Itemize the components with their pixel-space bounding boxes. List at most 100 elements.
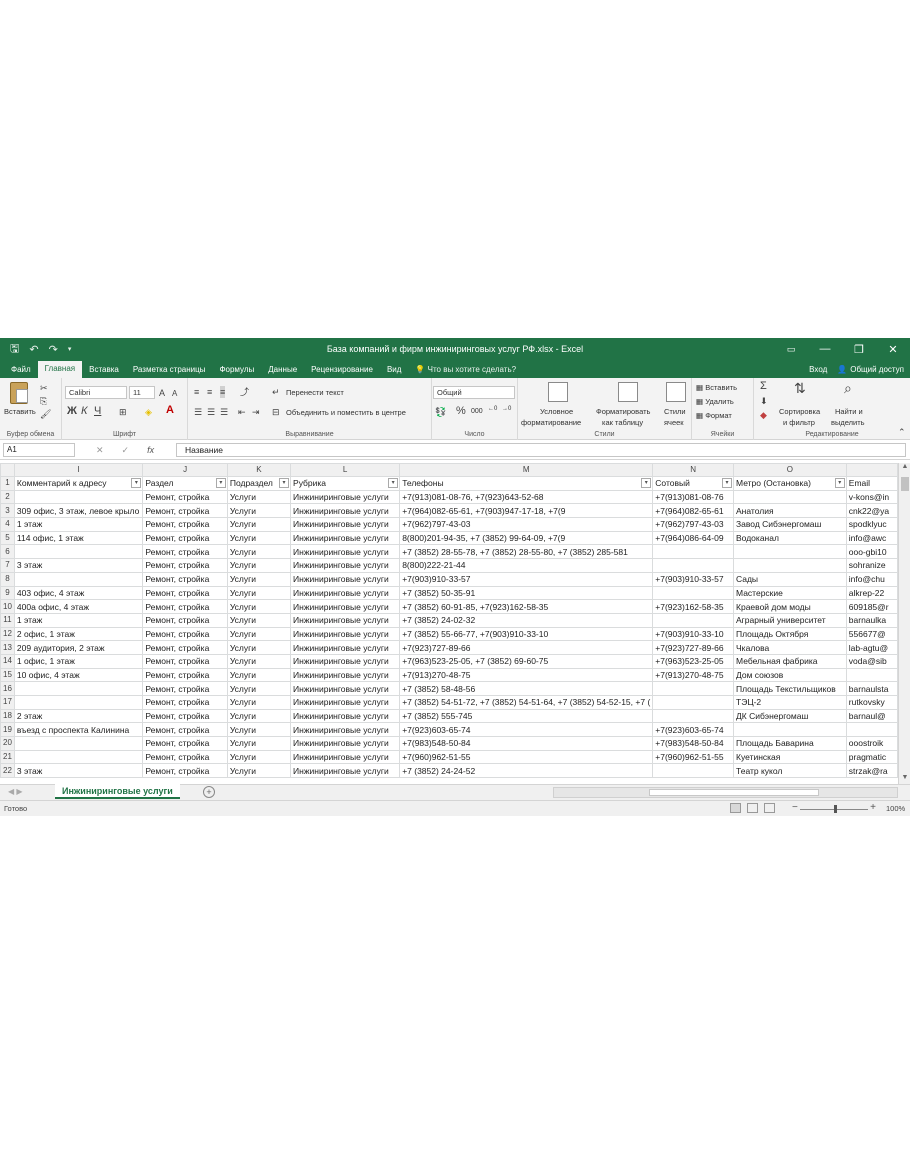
italic-button[interactable]: К [81, 405, 87, 417]
row-header[interactable]: 15 [0, 667, 15, 683]
cell[interactable]: 2 офис, 1 этаж [13, 626, 144, 642]
cell[interactable]: Инжиниринговые услуги [290, 612, 401, 628]
cell[interactable] [652, 612, 735, 628]
align-middle-icon[interactable]: ≡ [207, 386, 212, 398]
find-select-line1[interactable]: Найти и [835, 407, 863, 416]
header-cell[interactable]: Email [845, 476, 898, 491]
qat-dropdown-icon[interactable]: ▾ [68, 345, 72, 353]
cell[interactable]: Ремонт, стройка [142, 722, 228, 738]
enter-icon[interactable]: ✓ [122, 443, 130, 457]
row-header[interactable]: 21 [0, 749, 15, 765]
cell[interactable]: +7(962)797-43-03 [399, 517, 654, 532]
cell[interactable]: 10 офис, 4 этаж [13, 667, 144, 683]
row-header[interactable]: 2 [0, 489, 15, 505]
header-cell[interactable]: Метро (Остановка) ▾ [733, 476, 847, 491]
row-header[interactable]: 20 [0, 736, 15, 751]
cell[interactable]: Инжиниринговые услуги [290, 626, 401, 642]
cell[interactable] [652, 681, 735, 696]
cell[interactable]: +7 (3852) 28-55-78, +7 (3852) 28-55-80, … [399, 544, 654, 560]
filter-dropdown-icon[interactable]: ▾ [131, 478, 142, 488]
column-header-partial[interactable] [845, 463, 898, 477]
cell[interactable]: +7(983)548-50-84 [399, 736, 654, 751]
cell[interactable] [652, 544, 735, 560]
cell[interactable]: Инжиниринговые услуги [290, 489, 401, 505]
cell[interactable]: 3 этаж [13, 763, 144, 779]
cell[interactable]: 403 офис, 4 этаж [13, 585, 144, 601]
cell[interactable]: въезд с проспекта Калинина [13, 722, 144, 738]
cell[interactable]: Ремонт, стройка [142, 558, 228, 573]
cell[interactable]: 3 этаж [13, 558, 144, 573]
increase-indent-icon[interactable]: ⇥ [252, 406, 260, 418]
conditional-formatting-line1[interactable]: Условное [540, 407, 573, 416]
cell-styles-line1[interactable]: Стили [664, 407, 686, 416]
column-header[interactable]: J [142, 463, 228, 477]
sort-filter-icon[interactable]: ⇅ [794, 381, 806, 395]
sort-filter-line2[interactable]: и фильтр [783, 418, 815, 427]
cell[interactable]: Ремонт, стройка [142, 585, 228, 601]
cell[interactable]: Дом союзов [733, 667, 847, 683]
cell[interactable] [13, 571, 144, 587]
cell[interactable]: +7(923)162-58-35 [652, 599, 735, 614]
cell[interactable]: info@awc [845, 530, 898, 546]
row-header[interactable]: 4 [0, 517, 15, 532]
row-header[interactable]: 12 [0, 626, 15, 642]
cell[interactable]: Ремонт, стройка [142, 530, 228, 546]
normal-view-icon[interactable] [730, 803, 741, 813]
delete-cells-button[interactable]: ▦ Удалить [696, 397, 734, 406]
cell-styles-icon[interactable] [666, 382, 686, 402]
cell[interactable]: 209 аудитория, 2 этаж [13, 640, 144, 655]
cell[interactable]: Услуги [226, 517, 292, 532]
name-box[interactable]: A1 [3, 443, 75, 457]
find-select-icon[interactable]: ⌕ [844, 381, 852, 395]
cell[interactable]: 8(800)222-21-44 [399, 558, 654, 573]
font-size-box[interactable]: 11 [129, 386, 155, 399]
header-cell[interactable]: Сотовый ▾ [652, 476, 735, 491]
font-color-icon[interactable]: A [166, 404, 174, 416]
cell[interactable]: Ремонт, стройка [142, 571, 228, 587]
cell[interactable]: +7(960)962-51-55 [399, 749, 654, 765]
cell[interactable]: +7(923)603-65-74 [399, 722, 654, 738]
cell[interactable]: +7 (3852) 58-48-56 [399, 681, 654, 696]
underline-button[interactable]: Ч [94, 405, 101, 417]
cell[interactable]: 609185@r [845, 599, 898, 614]
cell[interactable]: 400а офис, 4 этаж [13, 599, 144, 614]
column-header[interactable]: L [290, 463, 401, 477]
cells-table[interactable]: IJKLMNO 1 Комментарий к адресу ▾ Раздел ▾ Под… [0, 463, 898, 779]
cell[interactable]: Услуги [226, 571, 292, 587]
cell[interactable]: Услуги [226, 667, 292, 683]
cell[interactable]: 1 этаж [13, 612, 144, 628]
format-as-table-icon[interactable] [618, 382, 638, 402]
cell[interactable]: +7(963)523-25-05, +7 (3852) 69-60-75 [399, 653, 654, 669]
cell[interactable]: 114 офис, 1 этаж [13, 530, 144, 546]
cell[interactable]: Площадь Октября [733, 626, 847, 642]
row-header[interactable]: 3 [0, 503, 15, 519]
cell[interactable]: sohranize [845, 558, 898, 573]
zoom-out-icon[interactable]: − [792, 802, 798, 813]
cell[interactable]: +7(913)081-08-76 [652, 489, 735, 505]
cell[interactable]: Завод Сибэнергомаш [733, 517, 847, 532]
scroll-down-icon[interactable]: ▼ [899, 774, 910, 784]
cell[interactable]: v-kons@in [845, 489, 898, 505]
filter-dropdown-icon[interactable]: ▾ [834, 478, 845, 488]
cell[interactable]: barnaul@ [845, 708, 898, 724]
decrease-decimal-icon[interactable]: →0 [502, 406, 511, 412]
cell[interactable]: Инжиниринговые услуги [290, 681, 401, 696]
decrease-font-icon[interactable]: A [172, 388, 177, 400]
sort-filter-line1[interactable]: Сортировка [779, 407, 820, 416]
cell[interactable]: Услуги [226, 640, 292, 655]
cell[interactable]: Краевой дом моды [733, 599, 847, 614]
cell[interactable]: Услуги [226, 722, 292, 738]
cell[interactable]: 8(800)201-94-35, +7 (3852) 99-64-09, +7(… [399, 530, 654, 546]
increase-font-icon[interactable]: A [159, 387, 165, 399]
cell[interactable]: +7 (3852) 24-02-32 [399, 612, 654, 628]
cancel-icon[interactable]: ✕ [96, 443, 104, 457]
cell[interactable]: voda@sib [845, 653, 898, 669]
paste-icon[interactable] [10, 382, 28, 404]
cell[interactable] [652, 708, 735, 724]
cell[interactable]: Услуги [226, 544, 292, 560]
decrease-indent-icon[interactable]: ⇤ [238, 406, 246, 418]
add-sheet-button[interactable]: + [203, 786, 215, 798]
tab-page-layout[interactable]: Разметка страницы [126, 362, 213, 378]
paste-button[interactable]: Вставить [4, 407, 36, 416]
column-header[interactable]: N [652, 463, 735, 477]
